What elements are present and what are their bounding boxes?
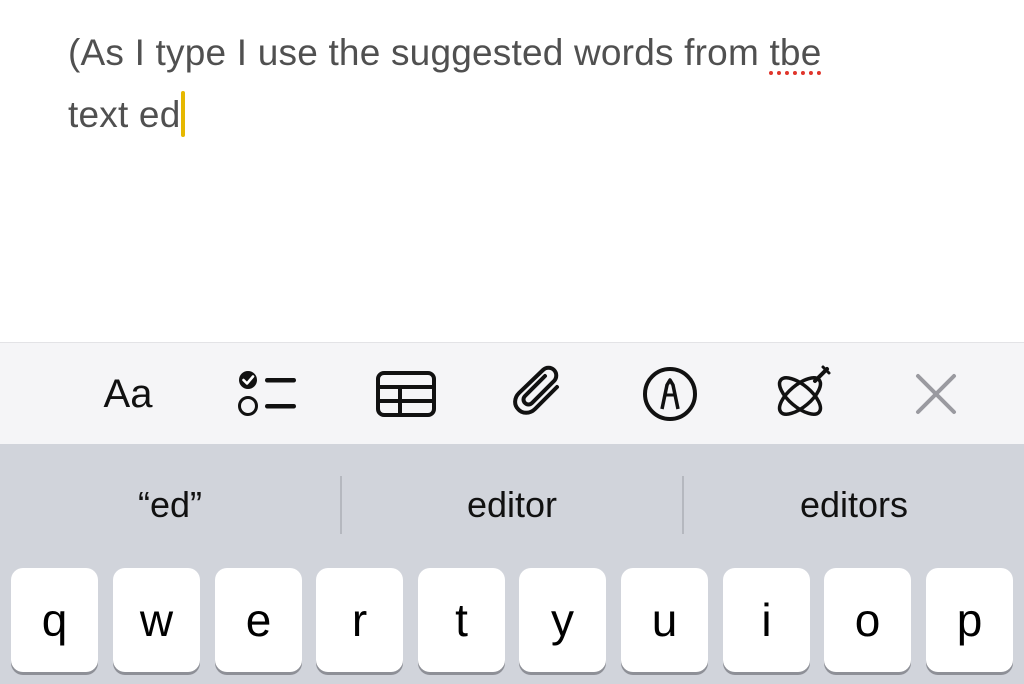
key-q[interactable]: q	[11, 568, 98, 672]
prediction-editor[interactable]: editor	[342, 444, 682, 566]
text-caret	[181, 91, 186, 137]
table-button[interactable]	[374, 365, 438, 423]
key-w[interactable]: w	[113, 568, 200, 672]
formatting-toolbar: Aa	[0, 342, 1024, 444]
paperclip-icon	[513, 365, 559, 415]
markup-button[interactable]	[638, 365, 702, 423]
predictive-text-bar: “ed” editor editors	[0, 444, 1024, 566]
key-i[interactable]: i	[723, 568, 810, 672]
key-p[interactable]: p	[926, 568, 1013, 672]
key-y[interactable]: y	[519, 568, 606, 672]
key-o[interactable]: o	[824, 568, 911, 672]
writing-tools-button[interactable]	[770, 365, 834, 423]
attachment-button[interactable]	[508, 365, 572, 423]
prediction-literal[interactable]: “ed”	[0, 444, 340, 566]
note-line1-text: (As I type I use the suggested words fro…	[68, 32, 770, 73]
misspelled-word[interactable]: tbe	[769, 32, 821, 73]
close-icon	[916, 374, 956, 414]
note-editor[interactable]: (As I type I use the suggested words fro…	[0, 0, 1024, 342]
note-line2-text: text ed	[68, 94, 181, 135]
close-toolbar-button[interactable]	[904, 365, 968, 423]
note-text[interactable]: (As I type I use the suggested words fro…	[68, 22, 948, 146]
prediction-editors[interactable]: editors	[684, 444, 1024, 566]
key-t[interactable]: t	[418, 568, 505, 672]
keyboard: “ed” editor editors q w e r t y u i o p	[0, 444, 1024, 684]
format-text-button[interactable]: Aa	[96, 365, 160, 423]
key-r[interactable]: r	[316, 568, 403, 672]
pen-circle-icon	[643, 367, 697, 421]
key-e[interactable]: e	[215, 568, 302, 672]
checklist-button[interactable]	[236, 365, 300, 423]
table-icon	[376, 371, 436, 417]
writing-tools-icon	[777, 365, 831, 416]
checklist-icon	[238, 371, 296, 416]
key-u[interactable]: u	[621, 568, 708, 672]
